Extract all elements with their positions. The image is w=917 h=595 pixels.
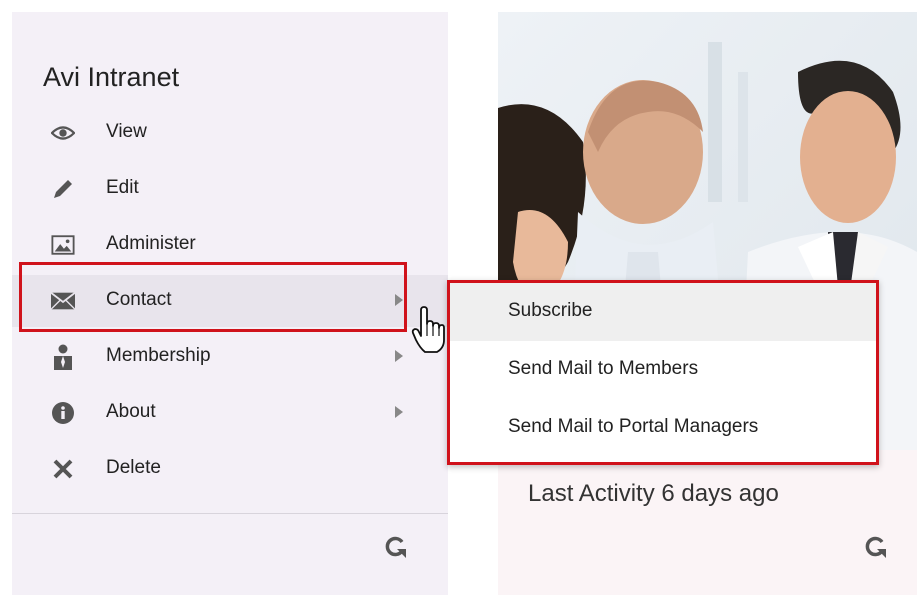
menu-item-membership[interactable]: Membership xyxy=(12,331,448,383)
menu-item-label: Edit xyxy=(106,177,139,198)
menu-item-about[interactable]: About xyxy=(12,387,448,439)
eye-icon xyxy=(51,121,75,145)
menu-item-view[interactable]: View xyxy=(12,107,448,159)
menu-item-label: View xyxy=(106,121,147,142)
submenu-item-subscribe[interactable]: Subscribe xyxy=(450,283,876,341)
image-icon xyxy=(51,233,75,257)
refresh-icon[interactable] xyxy=(864,535,888,561)
submenu-arrow-icon xyxy=(395,350,403,362)
menu-item-label: About xyxy=(106,401,156,422)
contact-highlight-box xyxy=(19,262,407,332)
divider xyxy=(12,513,448,514)
site-title: Avi Intranet xyxy=(43,62,180,92)
pencil-icon xyxy=(51,177,75,201)
menu-item-delete[interactable]: Delete xyxy=(12,443,448,495)
submenu-item-label: Send Mail to Members xyxy=(508,358,699,379)
x-icon xyxy=(51,457,75,481)
submenu-arrow-icon xyxy=(395,406,403,418)
menu-item-edit[interactable]: Edit xyxy=(12,163,448,215)
info-icon xyxy=(51,401,75,425)
contact-submenu: Subscribe Send Mail to Members Send Mail… xyxy=(447,280,879,465)
submenu-item-send-mail-members[interactable]: Send Mail to Members xyxy=(450,341,876,399)
hand-cursor-icon xyxy=(411,306,445,353)
menu-item-label: Delete xyxy=(106,457,161,478)
menu-item-label: Administer xyxy=(106,233,196,254)
submenu-item-label: Subscribe xyxy=(508,300,593,321)
menu-item-label: Membership xyxy=(106,345,211,366)
refresh-icon[interactable] xyxy=(384,535,408,561)
last-activity-text: Last Activity 6 days ago xyxy=(528,480,779,507)
user-icon xyxy=(51,344,75,370)
submenu-item-send-mail-portal-managers[interactable]: Send Mail to Portal Managers xyxy=(450,399,876,457)
submenu-item-label: Send Mail to Portal Managers xyxy=(508,416,759,437)
